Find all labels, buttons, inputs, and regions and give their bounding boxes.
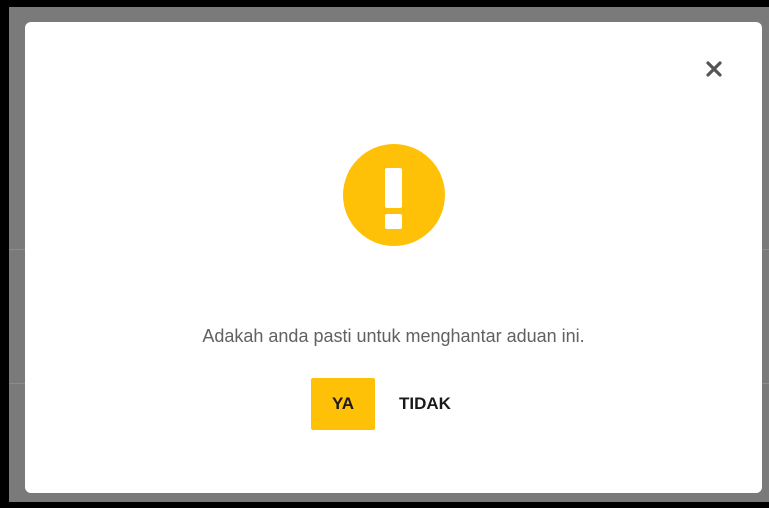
confirmation-dialog: Adakah anda pasti untuk menghantar aduan… [25, 22, 762, 493]
dialog-actions: YA TIDAK [311, 378, 465, 430]
screen: Adakah anda pasti untuk menghantar aduan… [0, 0, 769, 508]
close-button[interactable] [703, 58, 725, 80]
close-icon [706, 61, 722, 77]
yes-button[interactable]: YA [311, 378, 375, 430]
warning-circle [343, 144, 445, 246]
exclamation-icon [385, 168, 402, 229]
no-button[interactable]: TIDAK [385, 378, 465, 430]
confirmation-message: Adakah anda pasti untuk menghantar aduan… [202, 326, 585, 346]
